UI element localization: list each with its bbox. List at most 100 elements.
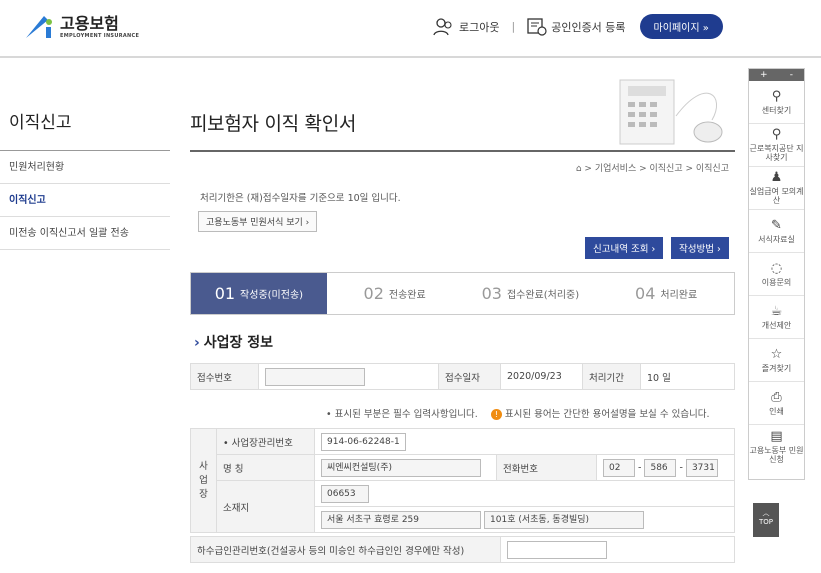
logout-label: 로그아웃	[459, 20, 500, 34]
history-button[interactable]: 신고내역 조회 ›	[585, 237, 664, 259]
mgmt-no-input[interactable]: 914-06-62248-1	[321, 432, 406, 451]
quick-suggestion[interactable]: ☕ 개선제안	[749, 296, 804, 339]
quick-inquiry[interactable]: ◌ 이용문의	[749, 253, 804, 296]
quick-benefit-calc[interactable]: ♟ 실업급여 모의계산	[749, 167, 804, 210]
quick-label: 실업급여 모의계산	[749, 187, 804, 205]
map-pin-icon: ⚲	[771, 88, 782, 104]
subcontractor-table: 하수급인관리번호(건설공사 등의 미승인 하수급인인 경우에만 작성)	[190, 536, 735, 563]
scroll-top-button[interactable]: ︿ TOP	[753, 503, 779, 537]
phone-last-field: 3731	[685, 458, 718, 477]
logo-text: 고용보험	[60, 14, 119, 33]
business-name-label: 명 칭	[216, 454, 315, 481]
cup-icon: ☕	[770, 303, 783, 319]
quick-label: 개선제안	[761, 320, 792, 330]
quick-favorites[interactable]: ☆ 즐겨찾기	[749, 339, 804, 382]
map-pin-icon: ⚲	[771, 127, 782, 142]
quick-label: 이용문의	[761, 277, 792, 287]
certificate-icon	[527, 17, 547, 36]
receipt-table: 접수번호 접수일자 2020/09/23 처리기간 10 일	[190, 363, 735, 390]
address-label: 소재지	[216, 480, 315, 533]
quick-branch-search[interactable]: ⚲ 근로복지공단 지사찾기	[749, 124, 804, 167]
step-number: 03	[481, 284, 502, 303]
phone-mid-field: 586	[644, 458, 677, 477]
form-view-button[interactable]: 고용노동부 민원서식 보기 ›	[198, 211, 318, 232]
quick-menu: + - ⚲ 센터찾기 ⚲ 근로복지공단 지사찾기 ♟ 실업급여 모의계산 ✎ 서식자료실 …	[748, 68, 805, 480]
logo-subtext: EMPLOYMENT INSURANCE	[60, 33, 140, 39]
receipt-no-label: 접수번호	[190, 363, 259, 390]
chat-icon: ◌	[770, 260, 783, 276]
subcontractor-label: 하수급인관리번호(건설공사 등의 미승인 하수급인인 경우에만 작성)	[190, 536, 501, 563]
mypage-button[interactable]: 마이페이지 »	[639, 14, 723, 39]
receipt-date-label: 접수일자	[438, 363, 501, 390]
business-vertical-label: 사업장	[190, 428, 217, 533]
step-2: 02 전송완료	[327, 273, 463, 314]
mgmt-no-label: • 사업장관리번호	[216, 428, 315, 455]
subcontractor-input[interactable]	[507, 540, 607, 559]
phone-label: 전화번호	[496, 454, 597, 481]
method-button[interactable]: 작성방법 ›	[671, 237, 729, 259]
cert-register-link[interactable]: 공인인증서 등록	[527, 17, 626, 36]
receipt-date-value: 2020/09/23	[500, 363, 583, 390]
section-title-text: 사업장 정보	[203, 335, 274, 351]
logo-mark-icon	[22, 12, 56, 42]
phone-area-field: 02	[603, 458, 635, 477]
chevron-right-icon: ›	[194, 335, 200, 351]
step-1: 01 작성중(미전송)	[191, 273, 327, 314]
quick-label: 서식자료실	[758, 234, 795, 244]
divider: |	[511, 20, 516, 33]
calculator-illustration-icon	[616, 76, 746, 152]
plus-icon[interactable]: +	[760, 70, 768, 80]
quick-forms[interactable]: ✎ 서식자료실	[749, 210, 804, 253]
document-icon: ▤	[770, 428, 783, 444]
required-note-text: • 표시된 부분은 필수 입력사항입니다.	[326, 409, 478, 420]
quick-labor-ministry[interactable]: ▤ 고용노동부 민원신청	[749, 425, 804, 468]
deadline-notice: 처리기한은 (재)접수일자를 기준으로 10일 입니다.	[200, 193, 401, 204]
lnb-title: 이직신고	[9, 113, 72, 133]
edit-icon: ✎	[771, 217, 782, 233]
cert-register-label: 공인인증서 등록	[551, 20, 626, 34]
step-number: 02	[363, 284, 384, 303]
quick-label: 센터찾기	[761, 105, 792, 115]
quick-label: 근로복지공단 지사찾기	[749, 144, 804, 162]
lnb-item-resign-report[interactable]: 이직신고	[0, 184, 170, 217]
users-icon	[433, 17, 452, 35]
required-note: • 표시된 부분은 필수 입력사항입니다. ! 표시된 용어는 간단한 용어설명…	[326, 406, 710, 420]
step-4: 04 처리완료	[598, 273, 734, 314]
chevron-up-icon: ︿	[762, 509, 770, 517]
period-label: 처리기간	[582, 363, 641, 390]
lnb-item-bulk-send[interactable]: 미전송 이직신고서 일괄 전송	[0, 217, 170, 250]
address-detail-field: 101호 (서초동, 동경빌딩)	[484, 510, 645, 529]
business-name-field: 씨엔씨컨설팅(주)	[321, 458, 481, 477]
printer-icon: ⎙	[771, 389, 782, 405]
top-label: TOP	[758, 518, 773, 526]
step-label: 작성중(미전송)	[240, 290, 304, 301]
step-label: 처리완료	[660, 290, 698, 301]
quick-label: 인쇄	[769, 406, 784, 416]
left-nav: 민원처리현황 이직신고 미전송 이직신고서 일괄 전송	[0, 150, 170, 250]
minus-icon[interactable]: -	[790, 70, 793, 80]
step-number: 01	[214, 284, 236, 303]
page-title: 피보험자 이직 확인서	[190, 113, 357, 135]
step-3: 03 접수완료(처리중)	[463, 273, 599, 314]
receipt-no-field	[265, 367, 365, 386]
help-note-text: 표시된 용어는 간단한 용어설명을 보실 수 있습니다.	[504, 409, 710, 420]
logo[interactable]: 고용보험 EMPLOYMENT INSURANCE	[22, 12, 139, 42]
logout-link[interactable]: 로그아웃	[433, 17, 499, 37]
business-table: 사업장 • 사업장관리번호 914-06-62248-1 명 칭 씨엔씨컨설팅(…	[190, 428, 735, 533]
quick-menu-toggle[interactable]: + -	[749, 69, 804, 81]
quick-label: 고용노동부 민원신청	[749, 445, 804, 464]
quick-print[interactable]: ⎙ 인쇄	[749, 382, 804, 425]
zipcode-field: 06653	[321, 484, 369, 503]
progress-steps: 01 작성중(미전송) 02 전송완료 03 접수완료(처리중) 04 처리완료	[190, 272, 735, 315]
step-label: 접수완료(처리중)	[506, 290, 580, 301]
lnb-item-status[interactable]: 민원처리현황	[0, 151, 170, 184]
section-title: › 사업장 정보	[194, 332, 277, 352]
quick-center-search[interactable]: ⚲ 센터찾기	[749, 81, 804, 124]
breadcrumb: ⌂ > 기업서비스 > 이직신고 > 이직신고	[575, 164, 729, 174]
title-divider	[190, 150, 735, 152]
header: 고용보험 EMPLOYMENT INSURANCE 로그아웃 | 공인인증서 등…	[0, 0, 821, 58]
help-icon: !	[490, 409, 502, 420]
step-number: 04	[635, 284, 656, 303]
address-main-field: 서울 서초구 효령로 259	[321, 510, 481, 529]
period-value: 10 일	[640, 363, 735, 390]
